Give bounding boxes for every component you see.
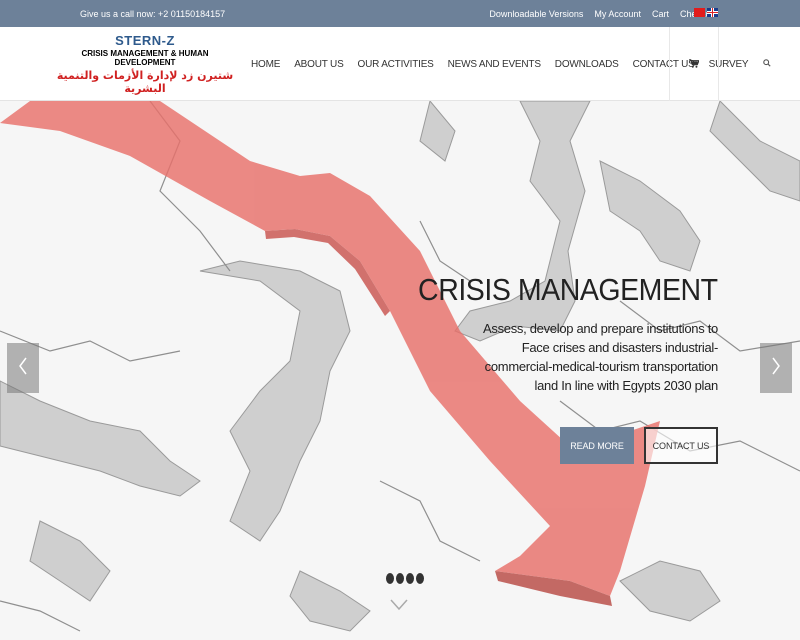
nav-our-activities[interactable]: OUR ACTIVITIES — [351, 59, 441, 70]
hero-title: CRISIS MANAGEMENT — [418, 272, 718, 307]
hero-slider: CRISIS MANAGEMENT Assess, develop and pr… — [0, 101, 800, 640]
chevron-left-icon — [18, 356, 28, 381]
logo-subtitle: CRISIS MANAGEMENT & HUMAN DEVELOPMENT — [81, 49, 209, 67]
search-icon[interactable] — [755, 58, 779, 70]
slider-prev-button[interactable] — [7, 343, 39, 393]
site-header: STERN-Z CRISIS MANAGEMENT & HUMAN DEVELO… — [0, 27, 800, 101]
scroll-down-icon[interactable] — [389, 598, 409, 617]
logo-title: STERN-Z — [115, 33, 175, 48]
chevron-right-icon — [771, 356, 781, 381]
english-flag-icon[interactable] — [707, 8, 718, 17]
my-account-link[interactable]: My Account — [594, 9, 641, 19]
read-more-button[interactable]: READ MORE — [560, 427, 634, 464]
top-links: Downloadable Versions My Account Cart Ch… — [489, 9, 718, 19]
slider-next-button[interactable] — [760, 343, 792, 393]
cart-link[interactable]: Cart — [652, 9, 669, 19]
nav-home[interactable]: HOME — [244, 59, 287, 70]
nav-news-and-events[interactable]: NEWS AND EVENTS — [441, 59, 548, 70]
cart-button[interactable] — [669, 27, 719, 101]
downloadable-versions-link[interactable]: Downloadable Versions — [489, 9, 583, 19]
language-switcher — [694, 8, 718, 17]
slider-dot-1[interactable] — [386, 573, 394, 584]
logo-arabic-subtitle: شتيرن زد لإدارة الأزمات والتنمية البشرية — [56, 69, 234, 95]
slider-dot-2[interactable] — [396, 573, 404, 584]
contact-us-button[interactable]: CONTACT US — [644, 427, 718, 464]
hero-description: Assess, develop and prepare institutions… — [483, 321, 718, 393]
phone-text: Give us a call now: +2 01150184157 — [80, 9, 226, 19]
top-bar: Give us a call now: +2 01150184157 Downl… — [0, 0, 800, 27]
nav-about-us[interactable]: ABOUT US — [287, 59, 350, 70]
slider-dot-3[interactable] — [406, 573, 414, 584]
cart-icon — [689, 55, 700, 73]
slider-dot-4[interactable] — [416, 573, 424, 584]
nav-downloads[interactable]: DOWNLOADS — [548, 59, 626, 70]
site-logo[interactable]: STERN-Z CRISIS MANAGEMENT & HUMAN DEVELO… — [55, 33, 235, 95]
slider-pagination — [386, 573, 424, 584]
arabic-flag-icon[interactable] — [694, 8, 705, 17]
